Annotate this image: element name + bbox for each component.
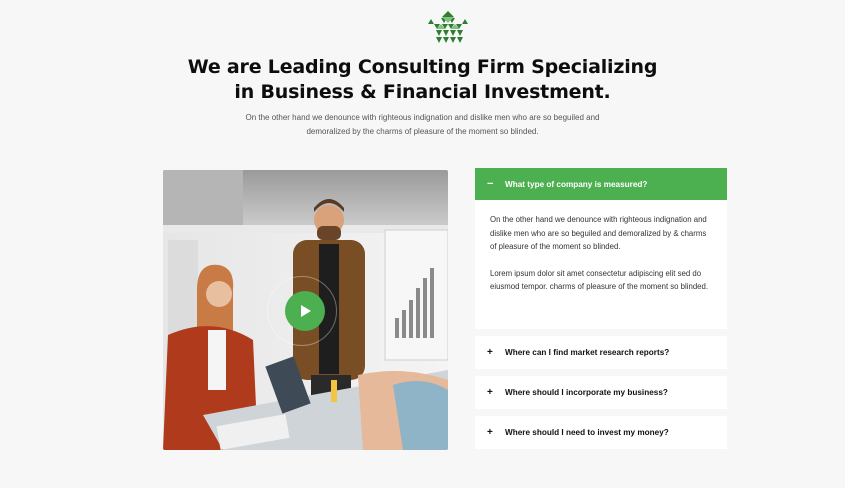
minus-icon: −: [487, 178, 494, 190]
faq-accordion: − What type of company is measured? On t…: [475, 168, 727, 449]
page-subtitle-line-2: demoralized by the charms of pleasure of…: [306, 127, 539, 136]
page-title-line-2: in Business & Financial Investment.: [234, 81, 611, 103]
page-subtitle: On the other hand we denounce with right…: [0, 111, 845, 139]
plus-icon: +: [487, 387, 493, 398]
page-title-line-1: We are Leading Consulting Firm Specializ…: [187, 56, 658, 78]
page-title: We are Leading Consulting Firm Specializ…: [0, 55, 845, 105]
faq-answer-paragraph-2: Lorem ipsum dolor sit amet consectetur a…: [490, 268, 708, 292]
faq-question: Where can I find market research reports…: [505, 348, 670, 357]
faq-question: Where should I need to invest my money?: [505, 428, 669, 437]
faq-question: What type of company is measured?: [505, 179, 648, 189]
faq-item-market-research[interactable]: + Where can I find market research repor…: [475, 336, 727, 369]
faq-item-active-header[interactable]: − What type of company is measured?: [475, 168, 727, 200]
faq-item-incorporate[interactable]: + Where should I incorporate my business…: [475, 376, 727, 409]
plus-icon: +: [487, 347, 493, 358]
faq-question: Where should I incorporate my business?: [505, 388, 668, 397]
plus-icon: +: [487, 427, 493, 438]
play-video-button[interactable]: [285, 291, 325, 331]
page-subtitle-line-1: On the other hand we denounce with right…: [245, 113, 600, 122]
faq-answer-panel: On the other hand we denounce with right…: [475, 200, 727, 329]
house-triangle-logo-icon: [428, 11, 468, 43]
faq-item-invest[interactable]: + Where should I need to invest my money…: [475, 416, 727, 449]
faq-answer-paragraph-1: On the other hand we denounce with right…: [490, 215, 707, 252]
